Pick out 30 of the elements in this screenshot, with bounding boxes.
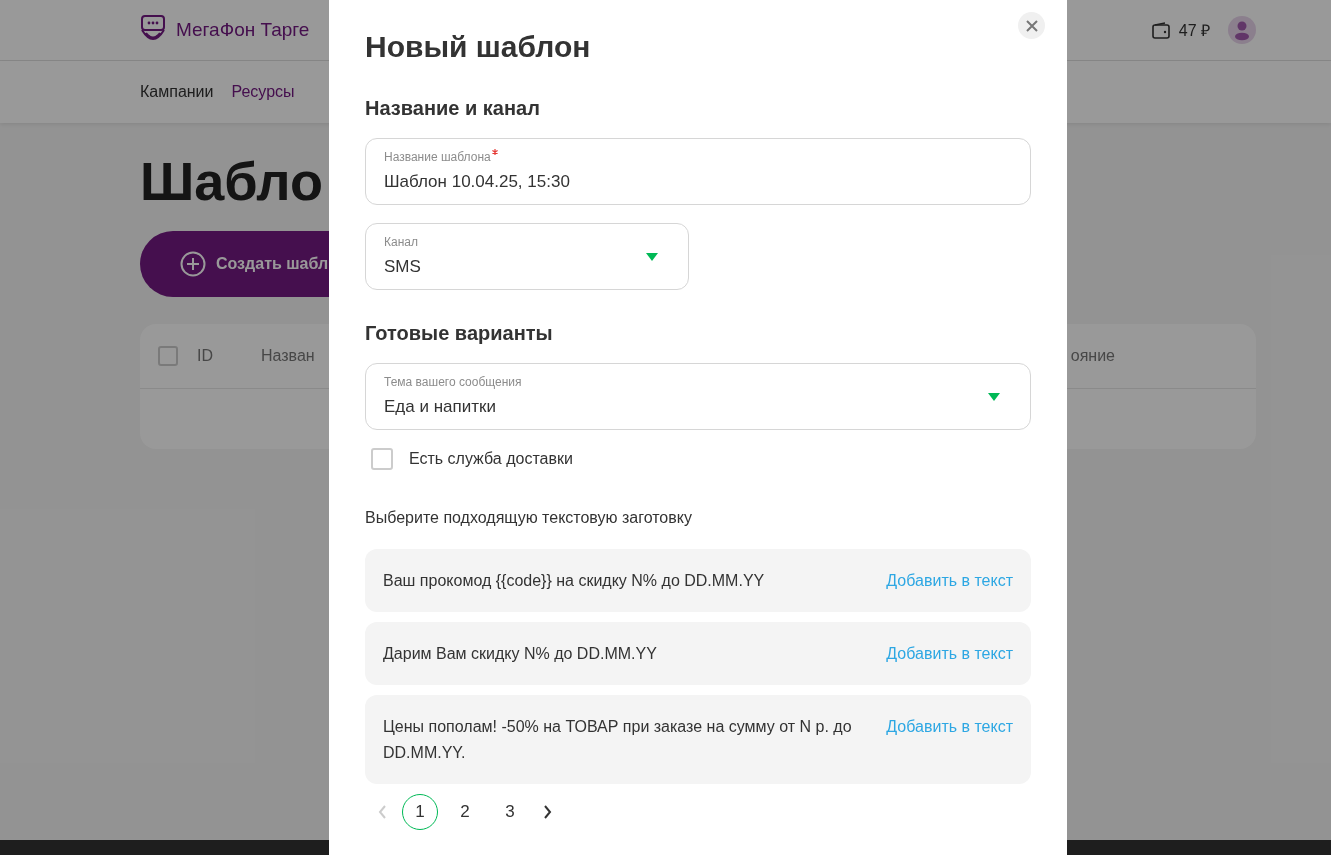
- avatar-icon[interactable]: [1228, 16, 1256, 44]
- select-field[interactable]: Тема вашего сообщения Еда и напитки: [365, 363, 1031, 430]
- modal-title: Новый шаблон: [365, 29, 592, 65]
- close-icon: [1025, 19, 1038, 32]
- section-title: Готовые варианты: [365, 321, 554, 346]
- plus-icon: [180, 251, 206, 277]
- column-header: Назван: [261, 347, 315, 365]
- balance: 47 ₽: [1178, 21, 1210, 41]
- column-header: ID: [197, 347, 213, 365]
- select-field[interactable]: Канал SMS: [365, 223, 689, 290]
- checkbox-label: Есть служба доставки: [409, 450, 573, 468]
- wallet-icon[interactable]: [1151, 21, 1170, 39]
- page-title: Шабло: [140, 151, 323, 211]
- checkbox[interactable]: [158, 346, 178, 366]
- nav-link[interactable]: Ресурсы: [231, 83, 295, 101]
- checkbox[interactable]: [371, 448, 393, 470]
- brand-name: МегаФон Тарге: [176, 19, 310, 41]
- column-header: ояние: [1070, 347, 1115, 365]
- preset-text: Ваш прокомод {{code}} на скидку N% до DD.MM.YY: [383, 571, 766, 591]
- hint-text: Выберите подходящую текстовую заготовку: [365, 508, 693, 528]
- required-asterisk-icon: [491, 149, 498, 155]
- page-button[interactable]: 3: [492, 794, 528, 830]
- section-title: Название и канал: [365, 96, 541, 121]
- dropdown-triangle-icon: [646, 253, 658, 261]
- page-button[interactable]: 2: [447, 794, 483, 830]
- dropdown-triangle-icon: [988, 393, 1000, 401]
- nav-link[interactable]: Кампании: [140, 83, 214, 101]
- preset-text: Дарим Вам скидку N% до DD.MM.YY: [383, 644, 658, 664]
- preset-text: Цены пополам! -50% на ТОВАР при заказе на сумму от N р. до DD.MM.YY.: [383, 717, 853, 763]
- input-field[interactable]: Название шаблона Шаблон 10.04.25, 15:30: [365, 138, 1031, 205]
